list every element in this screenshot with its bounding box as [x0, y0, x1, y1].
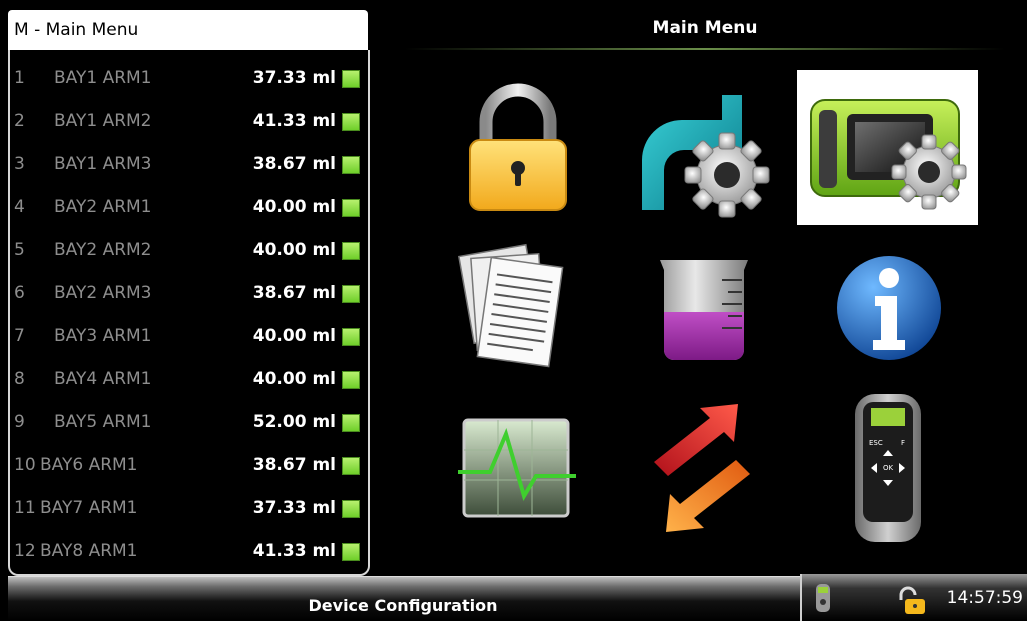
padlock-icon [469, 83, 567, 211]
transfer-arrows-icon [654, 404, 750, 532]
esc-key: ESC [869, 439, 883, 447]
status-indicator-icon [342, 199, 360, 217]
list-item-name: BAY4 ARM1 [54, 369, 152, 389]
pipe-settings-button[interactable] [612, 70, 792, 225]
list-item-value: 38.67 ml [252, 455, 336, 475]
documents-icon [458, 243, 564, 368]
list-item-number: 2 [14, 111, 25, 131]
list-item[interactable]: 12 BAY8 ARM1 41.33 ml [10, 531, 368, 574]
list-item-number: 6 [14, 283, 25, 303]
sidebar-title: M - Main Menu [8, 10, 368, 50]
list-item-name: BAY7 ARM1 [40, 498, 138, 518]
list-item-value: 37.33 ml [252, 498, 336, 518]
list-item[interactable]: 8 BAY4 ARM1 40.00 ml [10, 359, 368, 402]
list-item-value: 40.00 ml [252, 326, 336, 346]
clock: 14:57:59 [946, 588, 1023, 608]
page-title: Main Menu [652, 18, 758, 38]
list-item-number: 1 [14, 68, 25, 88]
list-item[interactable]: 1 BAY1 ARM1 37.33 ml [10, 58, 368, 101]
list-item[interactable]: 6 BAY2 ARM3 38.67 ml [10, 273, 368, 316]
list-item-value: 40.00 ml [252, 369, 336, 389]
list-item[interactable]: 4 BAY2 ARM1 40.00 ml [10, 187, 368, 230]
status-indicator-icon [342, 457, 360, 475]
list-item-number: 4 [14, 197, 25, 217]
status-indicator-icon [342, 285, 360, 303]
list-item[interactable]: 5 BAY2 ARM2 40.00 ml [10, 230, 368, 273]
list-item-value: 38.67 ml [252, 283, 336, 303]
list-item-name: BAY3 ARM1 [54, 326, 152, 346]
measurement-list: 1 BAY1 ARM1 37.33 ml 2 BAY1 ARM2 41.33 m… [8, 50, 370, 576]
diagnostics-button[interactable] [428, 390, 608, 545]
list-item-value: 41.33 ml [252, 111, 336, 131]
list-item-number: 3 [14, 154, 25, 174]
signal-monitor-icon [458, 418, 576, 518]
status-indicator-icon [342, 543, 360, 561]
status-indicator-icon [342, 242, 360, 260]
list-item-number: 8 [14, 369, 25, 389]
list-item-value: 37.33 ml [252, 68, 336, 88]
device-configuration-button[interactable] [797, 70, 978, 225]
information-button[interactable] [797, 230, 977, 385]
remote-control-button[interactable]: ESC F OK [797, 390, 977, 545]
list-item-name: BAY1 ARM1 [54, 68, 152, 88]
status-text: Device Configuration [308, 596, 498, 615]
list-item-name: BAY6 ARM1 [40, 455, 138, 475]
remote-status-icon[interactable] [812, 582, 834, 614]
list-item-number: 12 [14, 541, 36, 561]
list-item[interactable]: 9 BAY5 ARM1 52.00 ml [10, 402, 368, 445]
f-key: F [901, 439, 905, 447]
list-item-number: 10 [14, 455, 36, 475]
list-item-name: BAY5 ARM1 [54, 412, 152, 432]
list-item-value: 41.33 ml [252, 541, 336, 561]
status-indicator-icon [342, 414, 360, 432]
pipe-settings-icon [642, 95, 770, 218]
security-button[interactable] [428, 70, 608, 225]
device-settings-icon [810, 99, 967, 210]
title-divider [405, 48, 1005, 50]
data-transfer-button[interactable] [612, 390, 792, 545]
list-item-value: 38.67 ml [252, 154, 336, 174]
list-item-name: BAY2 ARM2 [54, 240, 152, 260]
list-item-value: 40.00 ml [252, 240, 336, 260]
list-item[interactable]: 10 BAY6 ARM1 38.67 ml [10, 445, 368, 488]
status-indicator-icon [342, 371, 360, 389]
list-item-number: 11 [14, 498, 36, 518]
status-indicator-icon [342, 500, 360, 518]
list-item[interactable]: 7 BAY3 ARM1 40.00 ml [10, 316, 368, 359]
reports-button[interactable] [428, 230, 608, 385]
list-item-name: BAY1 ARM3 [54, 154, 152, 174]
list-item-name: BAY2 ARM1 [54, 197, 152, 217]
list-item-number: 5 [14, 240, 25, 260]
list-item-value: 52.00 ml [252, 412, 336, 432]
remote-control-icon: ESC F OK [855, 394, 921, 542]
list-item-number: 7 [14, 326, 25, 346]
list-item[interactable]: 3 BAY1 ARM3 38.67 ml [10, 144, 368, 187]
list-item[interactable]: 11 BAY7 ARM1 37.33 ml [10, 488, 368, 531]
status-indicator-icon [342, 328, 360, 346]
status-indicator-icon [342, 70, 360, 88]
list-item-name: BAY2 ARM3 [54, 283, 152, 303]
info-icon [837, 256, 941, 360]
ok-key: OK [883, 464, 894, 472]
status-indicator-icon [342, 156, 360, 174]
status-indicator-icon [342, 113, 360, 131]
unlock-status-icon[interactable] [893, 586, 927, 616]
list-item-number: 9 [14, 412, 25, 432]
beaker-icon [660, 260, 748, 360]
list-item-name: BAY8 ARM1 [40, 541, 138, 561]
measurement-button[interactable] [612, 230, 792, 385]
list-item-name: BAY1 ARM2 [54, 111, 152, 131]
list-item-value: 40.00 ml [252, 197, 336, 217]
list-item[interactable]: 2 BAY1 ARM2 41.33 ml [10, 101, 368, 144]
